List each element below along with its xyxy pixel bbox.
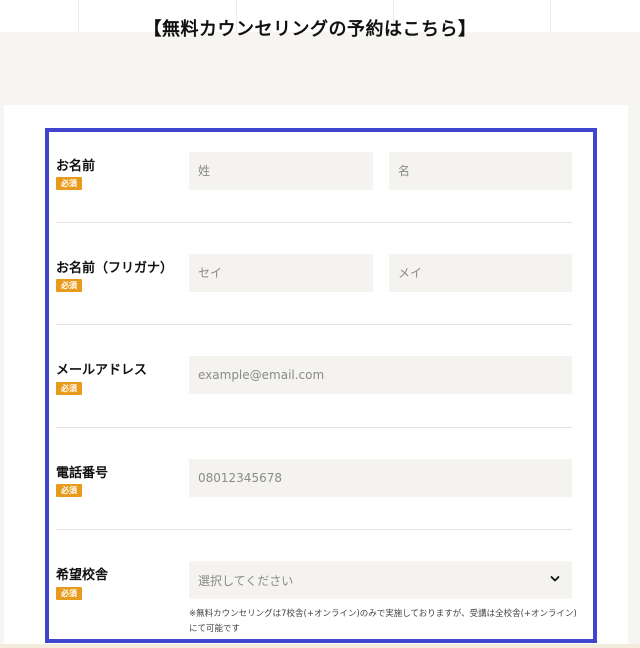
school-select-value: 選択してください <box>198 574 294 588</box>
last-name-kana-input[interactable] <box>189 254 373 292</box>
required-badge: 必須 <box>56 177 82 190</box>
page-background-right <box>628 105 640 648</box>
row-divider <box>56 324 572 325</box>
first-name-input[interactable] <box>389 152 572 190</box>
first-name-kana-input[interactable] <box>389 254 572 292</box>
header-band <box>0 32 640 105</box>
phone-input[interactable] <box>189 459 572 497</box>
required-badge: 必須 <box>56 382 82 395</box>
required-badge: 必須 <box>56 484 82 497</box>
phone-label: 電話番号 <box>56 466 109 481</box>
row-divider <box>56 427 572 428</box>
last-name-input[interactable] <box>189 152 373 190</box>
school-note: ※無料カウンセリングは7校舎(+オンライン)のみで実施しておりますが、受講は全校… <box>189 609 577 634</box>
school-label: 希望校舎 <box>56 568 109 583</box>
name-label: お名前 <box>56 159 96 174</box>
page-title: 【無料カウンセリングの予約はこちら】 <box>143 19 477 40</box>
row-divider <box>56 529 572 530</box>
school-select[interactable]: 選択してください <box>189 561 572 599</box>
required-badge: 必須 <box>56 587 82 600</box>
name-kana-label: お名前（フリガナ） <box>56 261 174 276</box>
required-badge: 必須 <box>56 279 82 292</box>
email-label: メールアドレス <box>56 363 148 378</box>
email-input[interactable] <box>189 356 572 394</box>
chevron-down-icon <box>550 576 560 582</box>
row-divider <box>56 222 572 223</box>
bottom-strip <box>0 644 640 648</box>
